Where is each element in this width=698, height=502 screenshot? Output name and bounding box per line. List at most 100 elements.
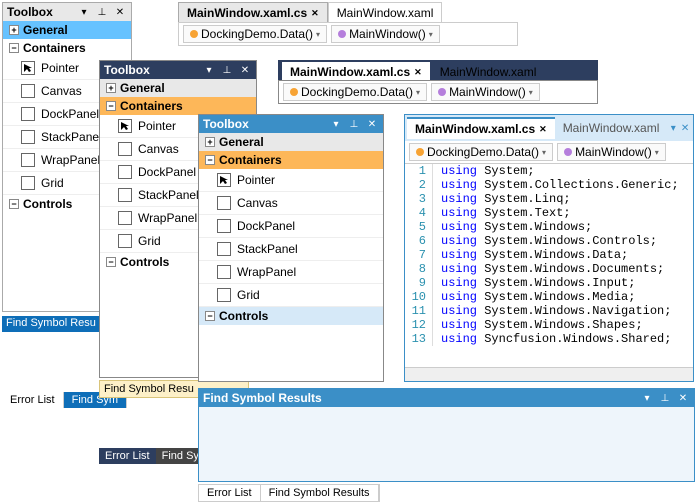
wrappanel-icon — [118, 211, 132, 225]
toolbox-title: Toolbox — [203, 117, 325, 131]
grid-icon — [118, 234, 132, 248]
chevron-down-icon[interactable]: ▾ — [316, 30, 320, 39]
chevron-down-icon[interactable]: ▾ — [529, 88, 533, 97]
breadcrumb-namespace[interactable]: DockingDemo.Data()▾ — [409, 143, 553, 161]
expand-icon[interactable]: − — [205, 155, 215, 165]
breadcrumb-method[interactable]: MainWindow()▾ — [557, 143, 666, 161]
canvas-icon — [21, 84, 35, 98]
method-icon — [338, 30, 346, 38]
code-line[interactable]: 7using System.Windows.Data; — [405, 248, 693, 262]
tool-item[interactable]: DockPanel — [199, 215, 383, 238]
code-line[interactable]: 3using System.Linq; — [405, 192, 693, 206]
breadcrumb-method[interactable]: MainWindow()▾ — [331, 25, 440, 43]
expand-icon[interactable]: + — [205, 137, 215, 147]
tool-item[interactable]: Pointer — [199, 169, 383, 192]
pointer-icon — [21, 61, 35, 75]
pointer-icon — [118, 119, 132, 133]
find-symbol-content — [199, 407, 694, 481]
close-icon[interactable]: ✕ — [311, 8, 319, 19]
pin-icon[interactable]: ⊥ — [347, 117, 361, 131]
editor-tab[interactable]: MainWindow.xaml — [555, 118, 668, 138]
editor-tab[interactable]: MainWindow.xaml — [432, 62, 545, 82]
close-icon[interactable]: ✕ — [238, 63, 252, 77]
error-list-tab[interactable]: Error List — [99, 448, 156, 464]
code-line[interactable]: 8using System.Windows.Documents; — [405, 262, 693, 276]
pin-icon[interactable]: ⊥ — [658, 391, 672, 405]
dockpanel-icon — [21, 107, 35, 121]
section-containers[interactable]: −Containers — [100, 97, 256, 115]
editor-tab[interactable]: MainWindow.xaml — [328, 2, 443, 24]
wrappanel-icon — [217, 265, 231, 279]
tool-item[interactable]: WrapPanel — [199, 261, 383, 284]
chevron-down-icon[interactable]: ▾ — [416, 88, 420, 97]
section-containers[interactable]: − Containers — [3, 39, 131, 57]
expand-icon[interactable]: − — [205, 311, 215, 321]
section-general[interactable]: + General — [3, 21, 131, 39]
close-icon[interactable]: ✕ — [679, 121, 691, 135]
editor-tab[interactable]: MainWindow.xaml.cs ✕ — [407, 117, 555, 139]
breadcrumb-method[interactable]: MainWindow()▾ — [431, 83, 540, 101]
chevron-down-icon[interactable]: ▾ — [429, 30, 433, 39]
section-controls[interactable]: −Controls — [199, 307, 383, 325]
find-symbol-title: Find Symbol Results — [203, 391, 636, 405]
code-line[interactable]: 10using System.Windows.Media; — [405, 290, 693, 304]
tool-item[interactable]: StackPanel — [199, 238, 383, 261]
pin-icon[interactable]: ⊥ — [220, 63, 234, 77]
expand-icon[interactable]: + — [9, 25, 19, 35]
section-general[interactable]: +General — [100, 79, 256, 97]
close-icon[interactable]: ✕ — [365, 117, 379, 131]
code-line[interactable]: 6using System.Windows.Controls; — [405, 234, 693, 248]
chevron-down-icon[interactable]: ▾ — [655, 148, 659, 157]
dropdown-icon[interactable]: ▾ — [667, 121, 679, 135]
expand-icon[interactable]: + — [106, 83, 116, 93]
breadcrumb-namespace[interactable]: DockingDemo.Data()▾ — [283, 83, 427, 101]
editor-tab[interactable]: MainWindow.xaml.cs✕ — [178, 2, 328, 24]
code-line[interactable]: 5using System.Windows; — [405, 220, 693, 234]
method-icon — [438, 88, 446, 96]
code-line[interactable]: 1using System; — [405, 164, 693, 178]
code-line[interactable]: 2using System.Collections.Generic; — [405, 178, 693, 192]
expand-icon[interactable]: − — [106, 101, 116, 111]
error-list-tab[interactable]: Error List — [199, 485, 261, 501]
code-line[interactable]: 9using System.Windows.Input; — [405, 276, 693, 290]
class-icon — [416, 148, 424, 156]
code-line[interactable]: 13using Syncfusion.Windows.Shared; — [405, 332, 693, 346]
horizontal-scrollbar[interactable] — [405, 367, 693, 381]
close-icon[interactable]: ✕ — [676, 391, 690, 405]
close-icon[interactable]: ✕ — [414, 67, 422, 78]
code-line[interactable]: 12using System.Windows.Shapes; — [405, 318, 693, 332]
close-icon[interactable]: ✕ — [113, 5, 127, 19]
canvas-icon — [217, 196, 231, 210]
expand-icon[interactable]: − — [9, 43, 19, 53]
tool-item[interactable]: Grid — [199, 284, 383, 307]
code-editor[interactable]: 1using System;2using System.Collections.… — [405, 164, 693, 367]
code-line[interactable]: 4using System.Text; — [405, 206, 693, 220]
error-list-tab[interactable]: Error List — [2, 392, 64, 408]
pointer-icon — [217, 173, 231, 187]
class-icon — [290, 88, 298, 96]
tool-item[interactable]: Canvas — [199, 192, 383, 215]
method-icon — [564, 148, 572, 156]
chevron-down-icon[interactable]: ▾ — [542, 148, 546, 157]
dockpanel-icon — [217, 219, 231, 233]
grid-icon — [21, 176, 35, 190]
pin-icon[interactable]: ⊥ — [95, 5, 109, 19]
close-icon[interactable]: ✕ — [539, 124, 547, 135]
section-containers[interactable]: −Containers — [199, 151, 383, 169]
code-line[interactable]: 11using System.Windows.Navigation; — [405, 304, 693, 318]
dropdown-icon[interactable]: ▾ — [202, 63, 216, 77]
find-symbol-tab[interactable]: Find Symbol Results — [261, 485, 379, 501]
stackpanel-icon — [217, 242, 231, 256]
expand-icon[interactable]: − — [9, 199, 19, 209]
toolbox-title: Toolbox — [7, 5, 73, 19]
stackpanel-icon — [118, 188, 132, 202]
expand-icon[interactable]: − — [106, 257, 116, 267]
breadcrumb-namespace[interactable]: DockingDemo.Data()▾ — [183, 25, 327, 43]
section-general[interactable]: +General — [199, 133, 383, 151]
dropdown-icon[interactable]: ▾ — [640, 391, 654, 405]
dropdown-icon[interactable]: ▾ — [329, 117, 343, 131]
editor-tab[interactable]: MainWindow.xaml.cs✕ — [282, 62, 430, 82]
dockpanel-icon — [118, 165, 132, 179]
dropdown-icon[interactable]: ▾ — [77, 5, 91, 19]
toolbox-title: Toolbox — [104, 63, 198, 77]
